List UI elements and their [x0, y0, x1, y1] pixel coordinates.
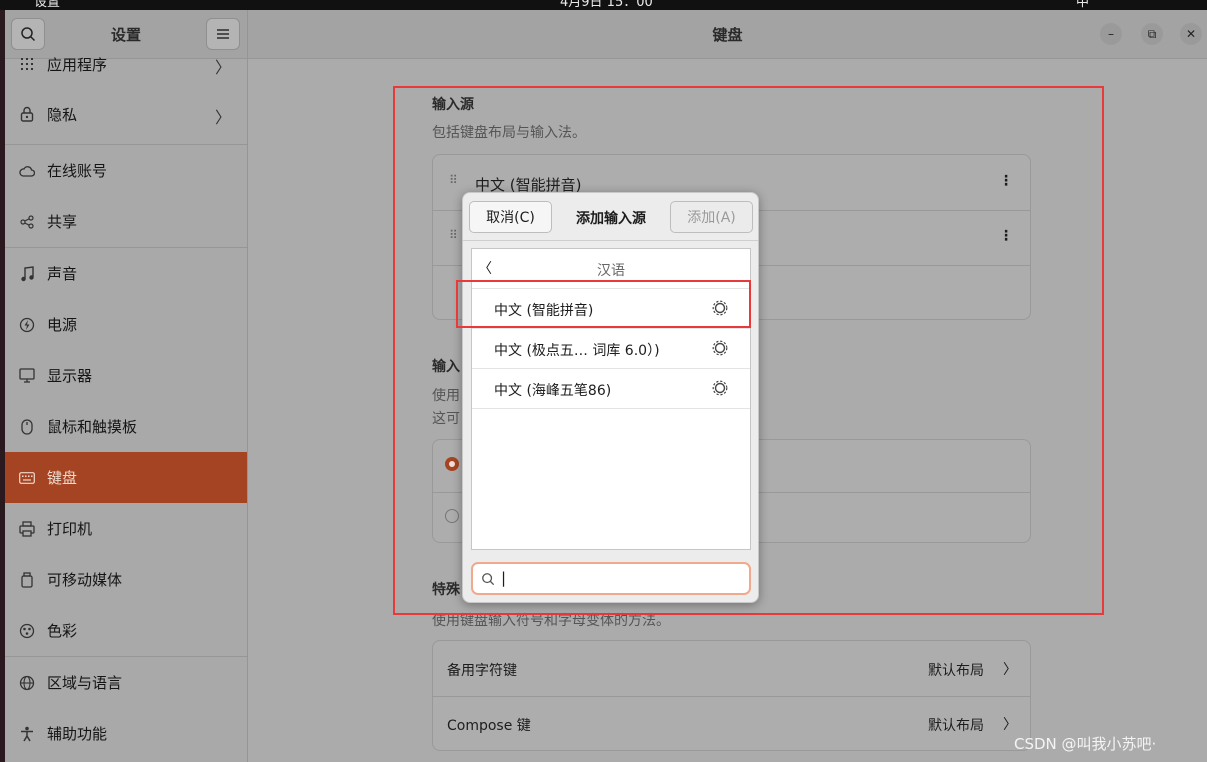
search-input-value: | — [501, 569, 507, 587]
chevron-right-icon: 〉 — [214, 58, 231, 77]
minimize-icon: – — [1108, 27, 1114, 41]
row-label: Compose 键 — [447, 718, 531, 734]
sidebar-item-label: 显示器 — [47, 367, 93, 385]
sidebar-item-label: 可移动媒体 — [47, 571, 123, 589]
sidebar-item-power[interactable]: 电源 — [5, 299, 247, 350]
close-icon: ✕ — [1185, 27, 1197, 41]
chevron-right-icon: 〉 — [1003, 662, 1017, 678]
topbar-app-name: 设置 — [34, 0, 61, 10]
close-button[interactable]: ✕ — [1180, 23, 1202, 45]
list-item[interactable]: 中文 (极点五… 词库 6.0）) — [472, 329, 750, 369]
category-label: 汉语 — [597, 263, 625, 279]
sidebar-nav: 应用程序 〉 隐私 〉 在线账号 共享 声音 电源 显示器 鼠标和触摸板 键盘 … — [5, 44, 247, 759]
display-icon — [19, 368, 35, 384]
color-palette-icon — [19, 623, 35, 639]
add-button[interactable]: 添加(A) — [670, 201, 753, 233]
main-header: 键盘 – ⧉ ✕ — [248, 10, 1207, 59]
topbar-input-indicator[interactable]: 中 — [1076, 0, 1089, 10]
sidebar-item-keyboard[interactable]: 键盘 — [5, 452, 247, 503]
apps-grid-icon — [19, 56, 35, 72]
sidebar-item-online-accounts[interactable]: 在线账号 — [5, 145, 247, 196]
music-note-icon — [19, 265, 35, 282]
list-item[interactable]: 中文 (海峰五笔86) — [472, 369, 750, 409]
sidebar: 设置 应用程序 〉 隐私 〉 在线账号 共享 声音 电源 显示器 鼠标和触摸板 … — [5, 10, 248, 762]
watermark: CSDN @叫我小苏吧· — [1014, 735, 1157, 753]
sidebar-item-label: 应用程序 — [47, 55, 108, 74]
share-icon — [19, 214, 35, 230]
sidebar-item-displays[interactable]: 显示器 — [5, 350, 247, 401]
sidebar-item-color[interactable]: 色彩 — [5, 605, 247, 657]
row-value: 默认布局 — [928, 663, 984, 679]
sidebar-item-label: 区域与语言 — [47, 674, 123, 692]
lock-icon — [19, 106, 35, 122]
page-title: 键盘 — [712, 26, 743, 44]
sidebar-item-label: 共享 — [47, 213, 78, 231]
restore-icon: ⧉ — [1147, 26, 1157, 41]
sidebar-item-label: 打印机 — [47, 520, 93, 538]
printer-icon — [19, 520, 35, 537]
sidebar-item-label: 隐私 — [47, 105, 78, 124]
globe-icon — [19, 675, 35, 691]
sidebar-item-privacy[interactable]: 隐私 〉 — [5, 84, 247, 145]
minimize-button[interactable]: – — [1100, 23, 1122, 45]
annotation-item-highlight — [456, 280, 751, 328]
compose-key-row[interactable]: Compose 键 默认布局 〉 — [433, 697, 1030, 751]
special-keys-list: 备用字符键 默认布局 〉 Compose 键 默认布局 〉 — [432, 640, 1031, 751]
gear-icon[interactable] — [712, 380, 728, 396]
alternate-chars-key-row[interactable]: 备用字符键 默认布局 〉 — [433, 641, 1030, 696]
top-bar: 设置 4月9日 15：00 中 — [0, 0, 1207, 10]
hamburger-icon — [217, 29, 229, 39]
sidebar-item-sound[interactable]: 声音 — [5, 248, 247, 299]
item-label: 中文 (海峰五笔86) — [494, 383, 612, 399]
sidebar-item-label: 辅助功能 — [47, 725, 108, 743]
sidebar-item-removable-media[interactable]: 可移动媒体 — [5, 554, 247, 605]
row-label: 备用字符键 — [447, 663, 517, 679]
sidebar-item-accessibility[interactable]: 辅助功能 — [5, 708, 247, 759]
dialog-title: 添加输入源 — [576, 211, 646, 227]
sidebar-item-label: 电源 — [47, 316, 78, 334]
sidebar-item-label: 色彩 — [47, 622, 78, 640]
mouse-icon — [19, 418, 35, 435]
power-icon — [19, 317, 35, 333]
sidebar-item-label: 声音 — [47, 265, 78, 283]
maximize-button[interactable]: ⧉ — [1141, 23, 1163, 45]
keyboard-icon — [19, 470, 35, 486]
search-input[interactable]: | — [471, 562, 751, 595]
sidebar-item-label: 键盘 — [47, 469, 78, 487]
cloud-icon — [19, 163, 35, 179]
accessibility-icon — [19, 726, 35, 742]
chevron-right-icon: 〉 — [1003, 717, 1017, 733]
sidebar-item-label: 鼠标和触摸板 — [47, 418, 138, 436]
chevron-right-icon: 〉 — [214, 108, 231, 127]
row-value: 默认布局 — [928, 718, 984, 734]
sidebar-item-apps[interactable]: 应用程序 〉 — [5, 44, 247, 84]
sidebar-item-region-language[interactable]: 区域与语言 — [5, 657, 247, 708]
removable-media-icon — [19, 571, 35, 588]
search-icon — [482, 573, 495, 586]
gear-icon[interactable] — [712, 340, 728, 356]
add-input-source-dialog: 取消(C) 添加输入源 添加(A) 〈 汉语 中文 (智能拼音) 中文 (极点五… — [462, 192, 759, 603]
sidebar-item-sharing[interactable]: 共享 — [5, 196, 247, 248]
topbar-clock[interactable]: 4月9日 15：00 — [560, 0, 653, 10]
sidebar-item-mouse-touchpad[interactable]: 鼠标和触摸板 — [5, 401, 247, 452]
sidebar-item-label: 在线账号 — [47, 162, 108, 180]
item-label: 中文 (极点五… 词库 6.0）) — [494, 343, 660, 359]
cancel-button[interactable]: 取消(C) — [469, 201, 552, 233]
sidebar-item-printers[interactable]: 打印机 — [5, 503, 247, 554]
